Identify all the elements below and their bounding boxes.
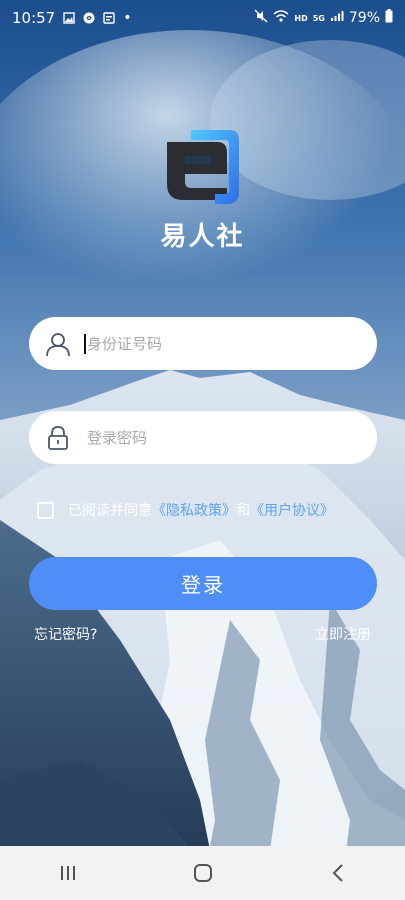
status-time: 10:57 (12, 9, 56, 27)
app-name: 易人社 (160, 222, 245, 252)
forgot-password-link[interactable]: 忘记密码? (34, 624, 97, 644)
user-icon (45, 331, 71, 357)
agreement-prefix: 已阅读并同意 (68, 503, 152, 519)
id-number-field[interactable] (29, 317, 377, 370)
login-screen: 10:57 • HD 5G 79% 易人社 身份证号码 已阅读并同意 《隐私政策… (0, 0, 405, 900)
password-input[interactable] (85, 427, 349, 448)
home-icon[interactable] (183, 853, 223, 893)
recent-apps-icon[interactable] (48, 853, 88, 893)
agreement-checkbox[interactable] (37, 501, 54, 519)
signal-icon (330, 10, 344, 26)
notification-box-icon (103, 12, 115, 24)
e-logo (155, 122, 250, 212)
back-icon[interactable] (318, 853, 358, 893)
battery-percent: 79% (348, 10, 380, 26)
text-caret (84, 334, 86, 354)
network-type: 5G (312, 13, 325, 23)
user-agreement-link[interactable]: 《用户协议》 (250, 500, 334, 520)
password-field[interactable] (29, 411, 377, 464)
wifi-icon (273, 9, 289, 27)
battery-icon (385, 9, 393, 27)
status-bar: 10:57 • HD 5G 79% (0, 0, 405, 36)
shazam-icon (83, 12, 95, 24)
hd-indicator: HD (294, 13, 308, 23)
status-dot: • (123, 10, 132, 26)
lock-icon (45, 425, 71, 451)
login-button[interactable]: 登录 (29, 557, 377, 610)
privacy-policy-link[interactable]: 《隐私政策》 (152, 500, 236, 520)
system-nav-bar (0, 846, 405, 900)
id-number-input[interactable] (85, 333, 349, 354)
mute-icon (254, 9, 268, 27)
agreement-row: 已阅读并同意 《隐私政策》 和 《用户协议》 (37, 500, 334, 520)
agreement-and: 和 (236, 503, 250, 519)
image-icon (63, 12, 75, 24)
register-link[interactable]: 立即注册 (315, 624, 371, 644)
